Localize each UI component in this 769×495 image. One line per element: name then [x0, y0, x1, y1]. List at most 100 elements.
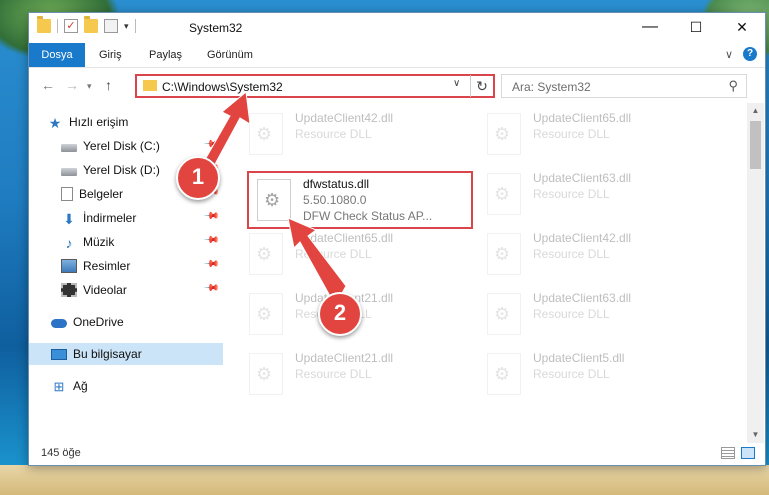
pin-icon: 📌: [202, 280, 220, 297]
sidebar-item-label: Belgeler: [79, 187, 124, 201]
sidebar-item-label: Bu bilgisayar: [73, 347, 142, 361]
scroll-up-icon[interactable]: ▲: [747, 103, 764, 119]
file-name: UpdateClient63.dll: [533, 291, 632, 305]
file-version: 5.50.1080.0: [303, 193, 367, 207]
chevron-down-icon[interactable]: ∨: [453, 78, 460, 89]
search-box[interactable]: Ara: System32 ⚲: [501, 74, 747, 98]
chevron-down-icon[interactable]: ▾: [124, 21, 129, 32]
documents-icon: [61, 187, 73, 201]
download-icon: ⬇: [63, 211, 75, 227]
sidebar-item-music[interactable]: ♪ Müzik 📌: [29, 231, 223, 253]
maximize-button[interactable]: ☐: [673, 13, 719, 43]
address-path[interactable]: C:\Windows\System32: [162, 80, 283, 94]
pin-icon: 📌: [202, 256, 220, 273]
sidebar-item-pictures[interactable]: Resimler 📌: [29, 255, 223, 277]
tab-file[interactable]: Dosya: [29, 43, 85, 67]
sidebar-item-downloads[interactable]: ⬇ İndirmeler 📌: [29, 207, 223, 229]
sidebar-item-onedrive[interactable]: OneDrive: [29, 311, 223, 333]
file-explorer-window: ✓ ▾ System32 — ☐ ✕ Dosya Giriş Paylaş Gö…: [28, 12, 766, 466]
toolbar-separator: [134, 19, 136, 33]
computer-icon: [51, 348, 67, 360]
sidebar-item-quick-access[interactable]: ★ Hızlı erişim: [29, 111, 241, 133]
toolbar-separator: [57, 19, 58, 33]
sidebar-item-label: Ağ: [73, 379, 88, 393]
dll-file-icon: [249, 353, 283, 395]
file-type: Resource DLL: [533, 127, 610, 141]
dll-file-icon: [487, 293, 521, 335]
file-item[interactable]: UpdateClient65.dll Resource DLL: [245, 229, 475, 283]
step-2-badge: 2: [318, 292, 362, 336]
pin-icon: 📌: [202, 208, 220, 225]
search-input[interactable]: Ara: System32: [512, 80, 591, 94]
expand-ribbon-icon[interactable]: ∨: [725, 48, 733, 61]
address-bar[interactable]: C:\Windows\System32 ∨ ↻: [135, 74, 495, 98]
close-button[interactable]: ✕: [719, 13, 765, 43]
videos-icon: [61, 283, 77, 297]
pin-icon: 📌: [202, 136, 220, 153]
sidebar-item-label: İndirmeler: [83, 211, 137, 225]
sidebar-item-network[interactable]: ⊞ Ağ: [29, 375, 223, 397]
sidebar-item-videos[interactable]: Videolar 📌: [29, 279, 223, 301]
help-icon[interactable]: ?: [743, 47, 757, 61]
search-icon[interactable]: ⚲: [728, 78, 738, 94]
sidebar-item-label: Hızlı erişim: [69, 115, 129, 129]
dll-file-icon: [249, 293, 283, 335]
file-item[interactable]: UpdateClient63.dll Resource DLL: [483, 289, 713, 343]
file-item[interactable]: UpdateClient42.dll Resource DLL: [483, 229, 713, 283]
sidebar-item-label: OneDrive: [73, 315, 124, 329]
file-name: UpdateClient21.dll: [295, 351, 394, 365]
sidebar-item-label: Videolar: [83, 283, 127, 297]
sidebar-item-this-pc[interactable]: Bu bilgisayar: [29, 343, 223, 365]
file-item-dfwstatus[interactable]: dfwstatus.dll 5.50.1080.0 DFW Check Stat…: [253, 175, 483, 229]
dll-file-icon: [249, 233, 283, 275]
vertical-scrollbar[interactable]: ▲ ▼: [747, 103, 764, 443]
window-title: System32: [189, 21, 243, 35]
quick-access-toolbar: ✓ ▾: [37, 16, 136, 33]
sidebar-item-local-disk-c[interactable]: Yerel Disk (C:) 📌: [29, 135, 223, 157]
up-arrow-icon[interactable]: ↑: [105, 77, 112, 93]
minimize-button[interactable]: —: [627, 13, 673, 43]
details-view-icon[interactable]: [721, 447, 735, 459]
file-item[interactable]: UpdateClient5.dll Resource DLL: [483, 349, 713, 403]
file-item[interactable]: UpdateClient21.dll Resource DLL: [245, 349, 475, 403]
scroll-down-icon[interactable]: ▼: [747, 427, 764, 443]
desktop-sand: [0, 465, 769, 495]
back-arrow-icon[interactable]: ←: [41, 77, 55, 93]
dll-file-icon: [487, 353, 521, 395]
file-type: Resource DLL: [295, 367, 372, 381]
drive-icon: [61, 143, 77, 152]
file-type: Resource DLL: [533, 187, 610, 201]
tab-view[interactable]: Görünüm: [207, 43, 253, 67]
item-count: 145 öğe: [41, 447, 81, 459]
dll-file-icon: [487, 173, 521, 215]
customize-toolbar-icon[interactable]: [104, 19, 118, 33]
drive-icon: [61, 167, 77, 176]
forward-arrow-icon[interactable]: →: [65, 77, 79, 93]
file-name: UpdateClient5.dll: [533, 351, 625, 365]
tab-home[interactable]: Giriş: [99, 43, 122, 67]
tiles-view-icon[interactable]: [741, 447, 755, 459]
scroll-thumb[interactable]: [750, 121, 761, 169]
properties-check-icon[interactable]: ✓: [64, 19, 78, 33]
dll-file-icon: [249, 113, 283, 155]
new-folder-icon[interactable]: [84, 16, 98, 33]
title-bar: ✓ ▾ System32 — ☐ ✕: [29, 13, 765, 43]
folder-icon: [143, 80, 157, 91]
file-description: DFW Check Status AP...: [303, 209, 433, 223]
music-icon: ♪: [65, 235, 73, 251]
tab-share[interactable]: Paylaş: [149, 43, 182, 67]
file-name: UpdateClient63.dll: [533, 171, 632, 185]
file-item[interactable]: UpdateClient65.dll Resource DLL: [483, 109, 713, 163]
file-item[interactable]: UpdateClient63.dll Resource DLL: [483, 169, 713, 223]
file-item[interactable]: UpdateClient42.dll Resource DLL: [245, 109, 475, 163]
refresh-icon[interactable]: ↻: [470, 75, 493, 97]
file-type: Resource DLL: [533, 367, 610, 381]
file-name: UpdateClient65.dll: [533, 111, 632, 125]
dll-file-icon: [487, 113, 521, 155]
selected-file-highlight: dfwstatus.dll 5.50.1080.0 DFW Check Stat…: [247, 171, 473, 229]
status-bar: 145 öğe: [29, 443, 765, 465]
recent-locations-icon[interactable]: ▾: [87, 81, 92, 92]
sidebar-item-label: Resimler: [83, 259, 131, 273]
navigation-bar: ← → ▾ ↑ C:\Windows\System32 ∨ ↻ Ara: Sys…: [29, 67, 765, 103]
folder-icon: [37, 16, 51, 33]
